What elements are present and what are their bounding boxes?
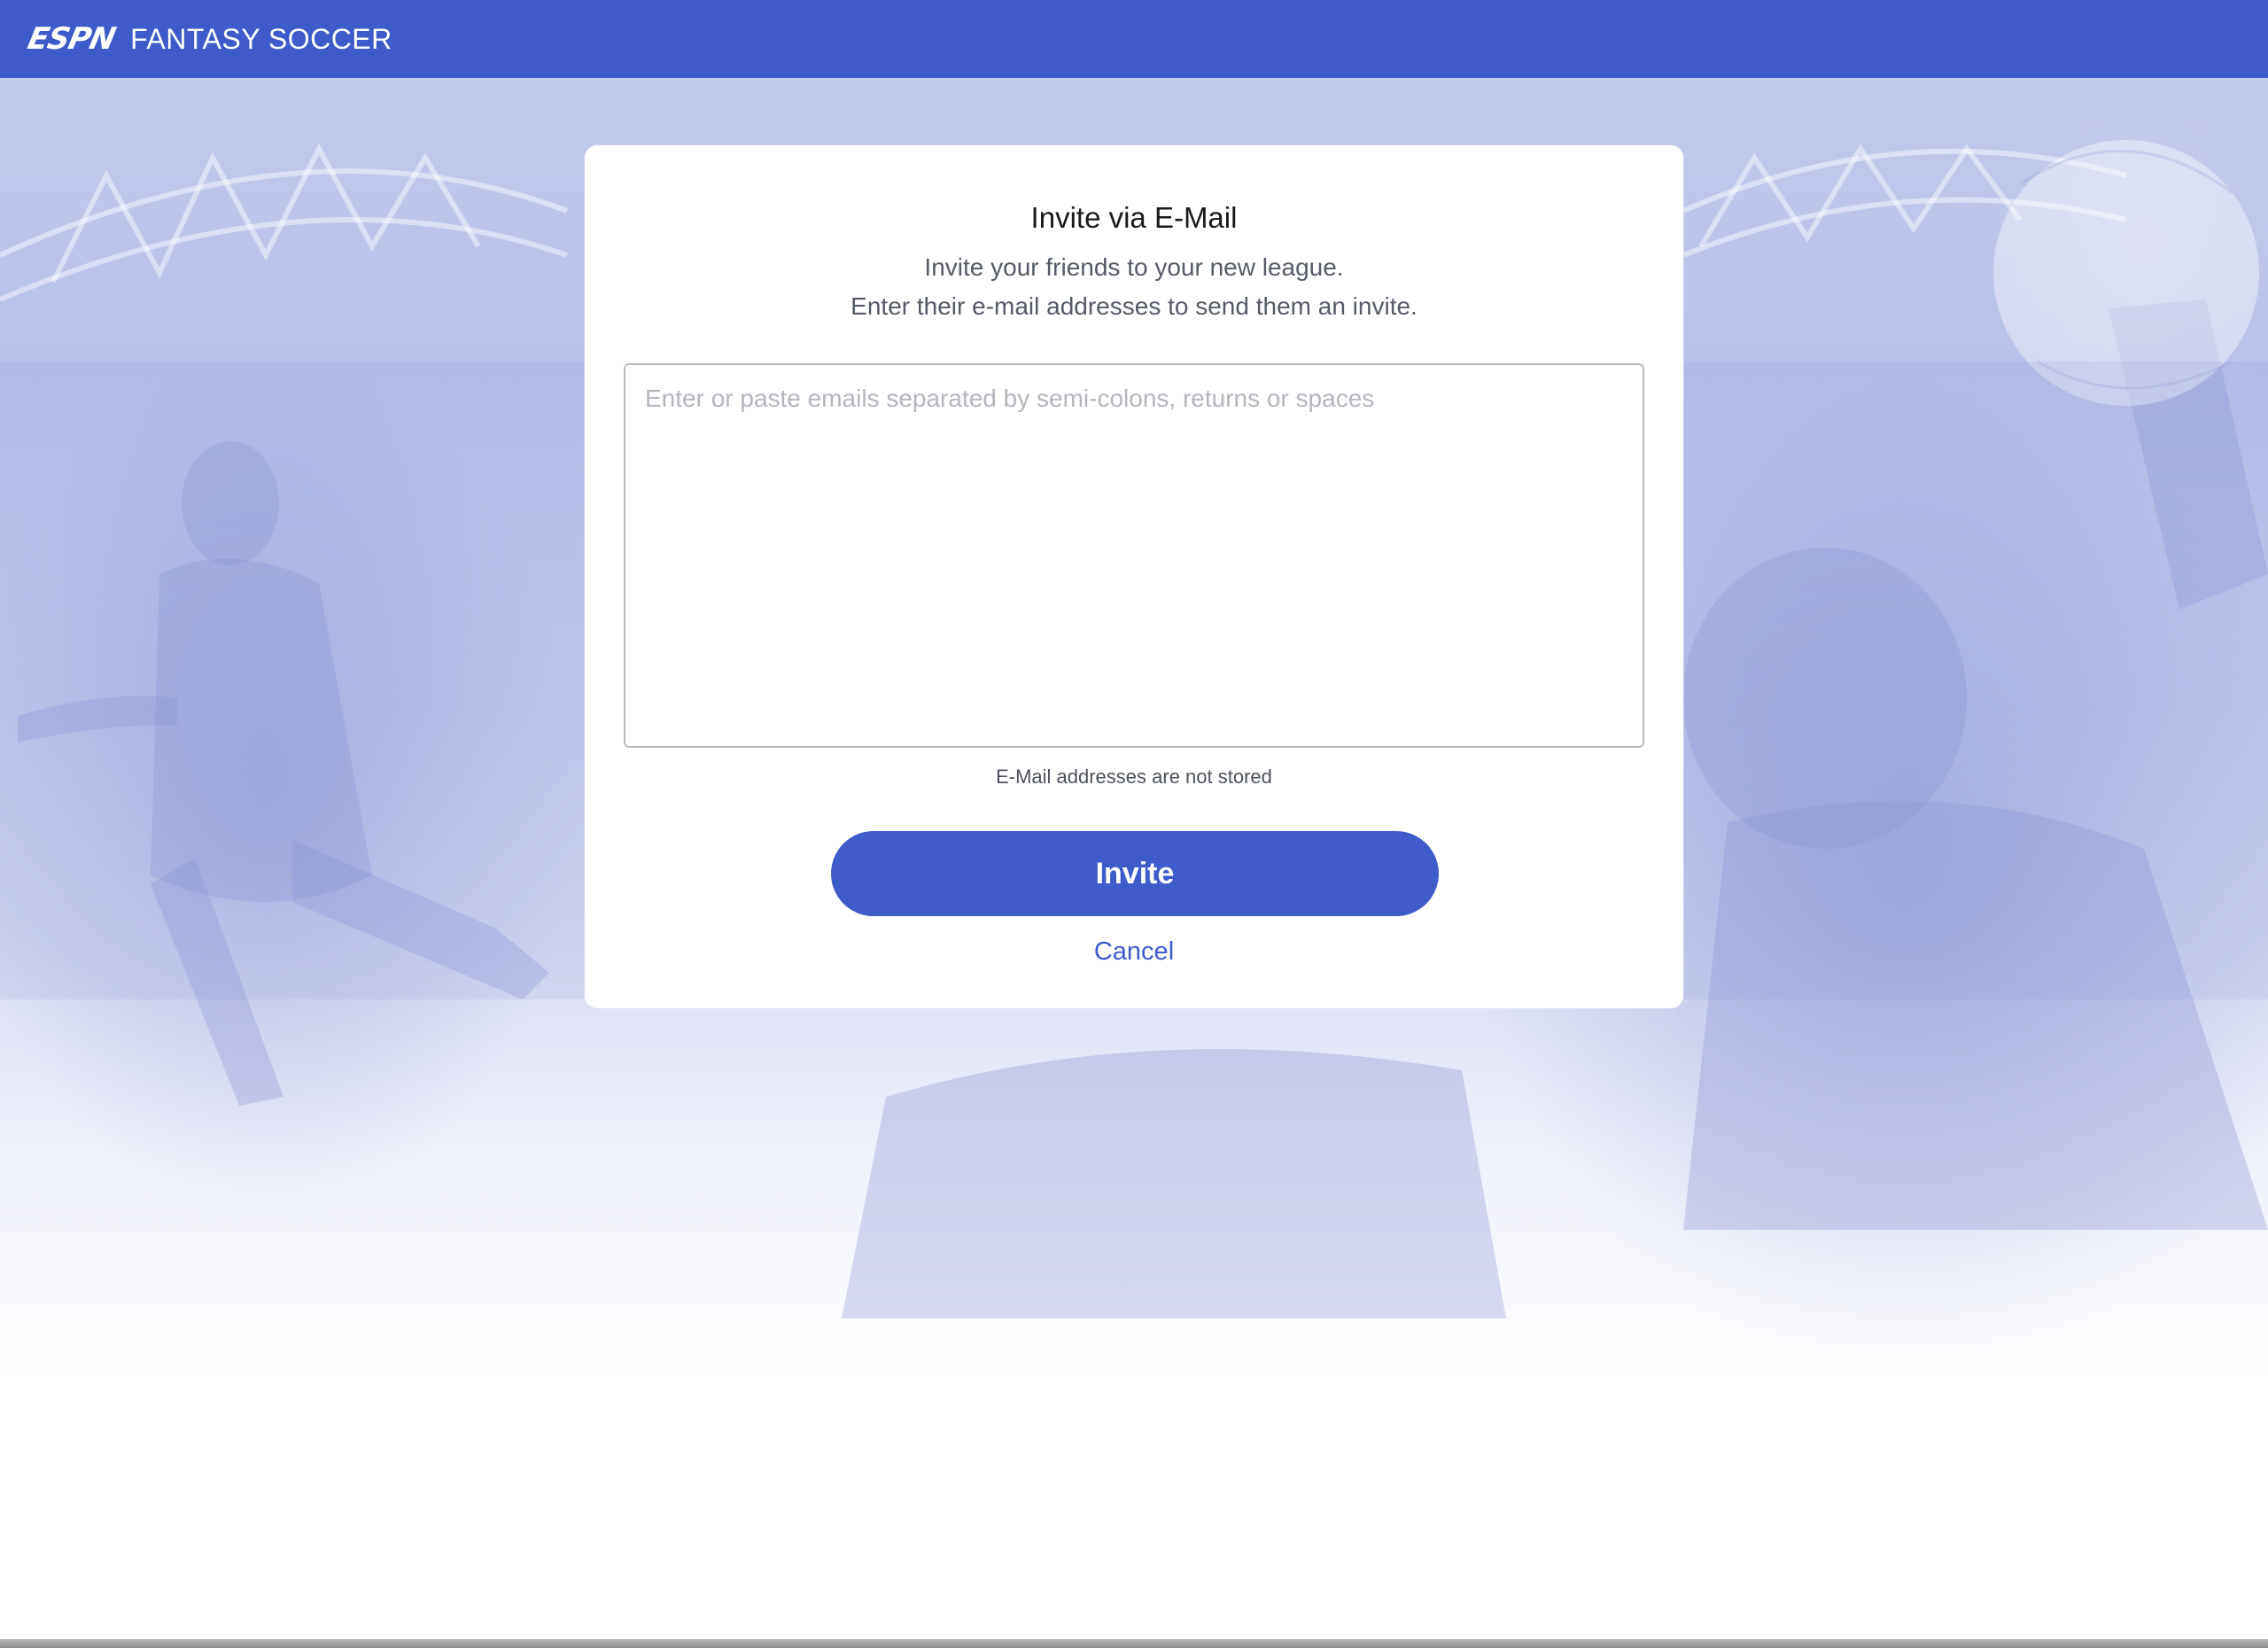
- bottom-edge-bar: [0, 1639, 2268, 1648]
- subtitle-line-1: Invite your friends to your new league.: [924, 253, 1344, 281]
- dialog-subtitle: Invite your friends to your new league. …: [585, 248, 1683, 326]
- privacy-note: E-Mail addresses are not stored: [996, 766, 1272, 788]
- subtitle-line-2: Enter their e-mail addresses to send the…: [850, 292, 1418, 320]
- email-addresses-input[interactable]: [624, 363, 1644, 748]
- top-header: ESPN FANTASY SOCCER: [0, 0, 2268, 78]
- brand-title: FANTASY SOCCER: [130, 23, 392, 55]
- brand[interactable]: ESPN FANTASY SOCCER: [24, 21, 392, 57]
- invite-button[interactable]: Invite: [831, 831, 1439, 916]
- dialog-title: Invite via E-Mail: [1030, 201, 1238, 234]
- invite-dialog: Invite via E-Mail Invite your friends to…: [585, 145, 1683, 1008]
- espn-logo: ESPN: [24, 21, 119, 57]
- cancel-link[interactable]: Cancel: [585, 937, 1683, 967]
